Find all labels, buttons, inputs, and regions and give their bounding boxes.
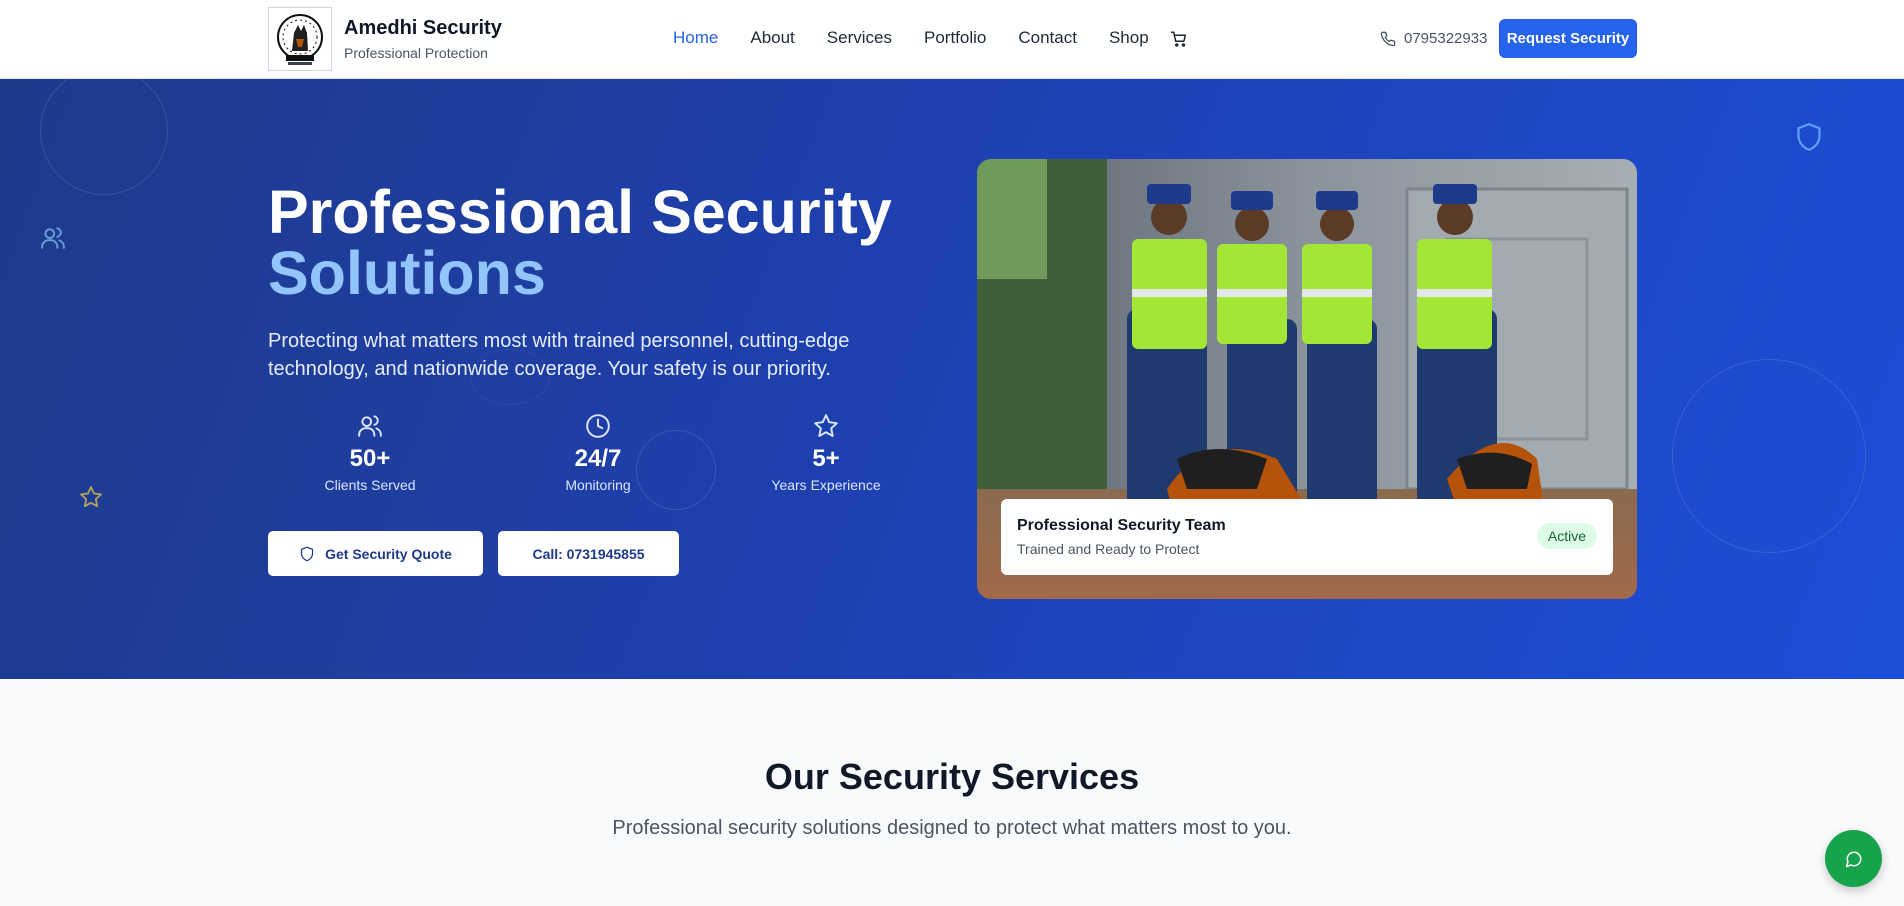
nav-about[interactable]: About [750,28,794,48]
hero-section: Professional Security Solutions Protecti… [0,79,1904,679]
services-title: Our Security Services [764,756,1140,797]
cart-icon[interactable] [1170,30,1188,48]
stat-label: Clients Served [324,477,416,493]
star-icon [814,414,838,437]
get-quote-label: Get Security Quote [325,545,452,562]
call-button[interactable]: Call: 0731945855 [498,531,679,576]
decor-circle [1672,359,1866,553]
stat-label: Years Experience [771,477,881,493]
main-nav: Home About Services Portfolio Contact Sh… [673,28,1181,48]
nav-services[interactable]: Services [827,28,892,48]
shield-icon [1797,123,1821,151]
hero-title-line1: Professional Security [268,178,892,246]
site-header: Amedhi Security Professional Protection … [0,0,1904,79]
photo-card-title: Professional Security Team [1017,517,1226,534]
brand-name[interactable]: Amedhi Security [344,17,502,40]
phone-icon [1380,31,1396,46]
star-icon [80,486,102,508]
nav-shop[interactable]: Shop [1109,28,1149,48]
brand-tagline: Professional Protection [344,45,488,61]
hero-subtitle: Protecting what matters most with traine… [268,330,850,380]
stat-value: 50+ [349,445,391,472]
stat-label: Monitoring [565,477,631,493]
get-quote-button[interactable]: Get Security Quote [268,531,483,576]
nav-contact[interactable]: Contact [1018,28,1077,48]
stat-value: 5+ [812,445,840,472]
chat-bubble-icon [1845,851,1861,867]
nav-portfolio[interactable]: Portfolio [924,28,986,48]
users-icon [358,415,382,437]
shield-icon [300,546,314,561]
services-subtitle: Professional security solutions designed… [612,817,1292,839]
stat-clients: 50+ Clients Served [280,413,460,493]
stat-value: 24/7 [574,445,622,472]
logo[interactable] [268,7,332,71]
photo-info-card: Professional Security Team Trained and R… [1001,499,1613,575]
stat-experience: 5+ Years Experience [736,413,916,493]
header-phone-number: 0795322933 [1404,30,1488,47]
stat-monitoring: 24/7 Monitoring [508,413,688,493]
dog-logo-icon [277,14,323,65]
clock-icon [586,414,610,438]
chat-button[interactable] [1825,830,1882,887]
status-badge: Active [1536,523,1597,549]
nav-home[interactable]: Home [673,28,718,48]
header-phone[interactable]: 0795322933 [1380,30,1487,47]
photo-card-subtitle: Trained and Ready to Protect [1017,541,1200,557]
hero-title-line2: Solutions [268,239,546,307]
decor-circle [40,79,168,195]
request-security-button[interactable]: Request Security [1499,19,1637,58]
users-icon [41,227,65,249]
team-photo: Professional Security Team Trained and R… [977,159,1637,599]
